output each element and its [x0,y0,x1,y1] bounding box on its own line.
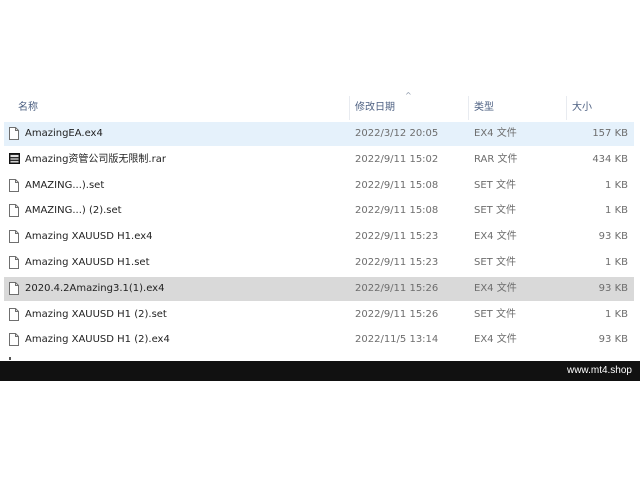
file-size: 1 KB [605,308,628,320]
file-date-modified: 2022/9/11 15:23 [355,257,439,268]
file-date-modified: 2022/9/11 15:26 [355,308,439,320]
file-row[interactable]: Amazing XAUUSD H1.set 2022/9/11 15:23 SET … [4,251,634,275]
column-header-row: 名称 修改日期 类型 大小 [0,96,634,120]
archive-icon [9,152,20,166]
file-name: Amazing XAUUSD H1 (2).set [25,308,167,320]
file-name: 2020.4.2Amazing3.1(1).ex4 [25,282,165,294]
file-name: AmazingEA.ex4 [25,128,103,139]
watermark-text: www.mt4.shop [566,365,632,376]
file-type: SET 文件 [474,179,516,191]
file-icon [9,230,19,244]
column-header-name[interactable]: 名称 [13,96,348,120]
watermark-bar: www.mt4.shop [0,361,640,381]
file-icon [9,256,19,269]
file-size: 1 KB [605,205,628,217]
file-type: EX4 文件 [474,282,517,294]
file-row[interactable]: Amazing XAUUSD H1 (2).set 2022/9/11 15:26… [4,303,634,327]
file-date-modified: 2022/9/11 15:08 [355,205,439,217]
file-type: SET 文件 [474,257,516,268]
column-header-date-modified[interactable]: 修改日期 [349,96,467,120]
file-date-modified: 2022/9/11 15:02 [355,153,439,165]
file-name: Amazing资管公司版无限制.rar [25,153,166,165]
file-size: 1 KB [605,257,628,268]
file-size: 93 KB [598,334,628,346]
file-date-modified: 2022/11/5 13:14 [355,334,439,346]
file-date-modified: 2022/9/11 15:26 [355,282,439,294]
file-type: EX4 文件 [474,128,517,139]
file-row[interactable]: Amazing XAUUSD H1.ex4 2022/9/11 15:23 EX4 … [4,225,634,249]
file-type: RAR 文件 [474,153,518,165]
file-row[interactable]: AMAZING...) (2).set 2022/9/11 15:08 SET 文件… [4,199,634,223]
file-name: Amazing XAUUSD H1 (2).ex4 [25,334,170,346]
file-size: 434 KB [592,153,628,165]
file-icon [9,281,19,295]
file-name: Amazing XAUUSD H1.set [25,257,150,268]
file-icon [9,307,19,321]
column-header-size[interactable]: 大小 [566,96,634,120]
file-name: AMAZING...).set [25,179,105,191]
partial-row-fragment [9,357,11,360]
file-date-modified: 2022/3/12 20:05 [355,128,439,139]
file-name: Amazing XAUUSD H1.ex4 [25,231,153,243]
file-icon [9,204,19,218]
file-date-modified: 2022/9/11 15:08 [355,179,439,191]
file-icon [9,333,19,347]
file-icon [9,127,19,140]
file-size: 93 KB [598,231,628,243]
file-type: SET 文件 [474,205,516,217]
file-name: AMAZING...) (2).set [25,205,122,217]
file-row[interactable]: Amazing资管公司版无限制.rar 2022/9/11 15:02 RAR 文件… [4,148,634,172]
file-type: EX4 文件 [474,231,517,243]
file-type: EX4 文件 [474,334,517,346]
file-size: 1 KB [605,179,628,191]
file-size: 157 KB [592,128,628,139]
file-row[interactable]: 2020.4.2Amazing3.1(1).ex4 2022/9/11 15:26… [4,276,634,301]
file-size: 93 KB [598,282,628,294]
file-type: SET 文件 [474,308,516,320]
file-row[interactable]: Amazing XAUUSD H1 (2).ex4 2022/11/5 13:14… [4,328,634,352]
file-date-modified: 2022/9/11 15:23 [355,231,439,243]
file-row[interactable]: AmazingEA.ex4 2022/3/12 20:05 EX4 文件 157 KB [4,122,634,146]
file-row[interactable]: AMAZING...).set 2022/9/11 15:08 SET 文件 1 KB [4,174,634,198]
column-header-type[interactable]: 类型 [468,96,565,120]
file-explorer-view: ^ 名称 修改日期 类型 大小 AmazingEA.ex4 2022/3/12 2… [0,0,640,480]
file-icon [9,178,19,192]
